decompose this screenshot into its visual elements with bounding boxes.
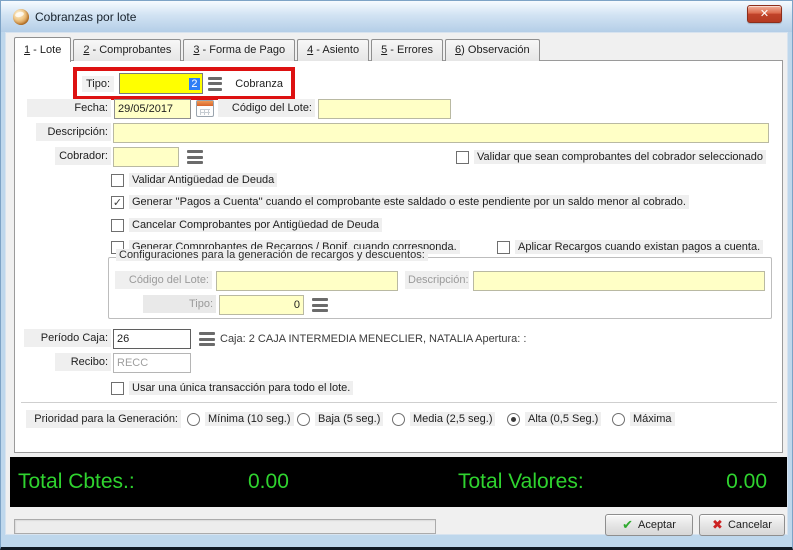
prioridad-maxima-radio[interactable]: Máxima	[612, 410, 675, 428]
gb-tipo-label: Tipo:	[143, 295, 216, 313]
checkbox-icon	[111, 382, 124, 395]
app-icon	[13, 9, 29, 25]
gb-codigo-lote-label: Código del Lote:	[115, 271, 212, 289]
tipo-value: 2	[189, 78, 199, 90]
dialog-client-area: 1 - Lote 2 - Comprobantes 3 - Forma de P…	[5, 32, 788, 535]
codigo-lote-input[interactable]	[318, 99, 451, 119]
aceptar-button[interactable]: ✔ Aceptar	[605, 514, 693, 536]
tab-errores[interactable]: 5 - Errores	[371, 39, 443, 61]
cobrador-input[interactable]	[113, 147, 179, 167]
validar-cobrador-checkbox[interactable]: Validar que sean comprobantes del cobrad…	[456, 148, 766, 166]
periodo-caja-label: Período Caja:	[24, 329, 111, 347]
validar-antiguedad-checkbox[interactable]: Validar Antigüedad de Deuda	[111, 171, 277, 189]
gb-codigo-lote-input[interactable]	[216, 271, 398, 291]
tab-lote[interactable]: 1 - Lote	[14, 37, 71, 62]
recargos-groupbox: Configuraciones para la generación de re…	[108, 257, 772, 319]
separator	[21, 402, 777, 404]
tab-asiento[interactable]: 4 - Asiento	[297, 39, 369, 61]
unica-transaccion-checkbox[interactable]: Usar una única transacción para todo el …	[111, 379, 353, 397]
gb-tipo-input[interactable]	[219, 295, 304, 315]
radio-icon	[392, 413, 405, 426]
radio-icon	[187, 413, 200, 426]
codigo-lote-label: Código del Lote:	[218, 99, 315, 117]
window-title: Cobranzas por lote	[35, 10, 136, 24]
tipo-highlight-annotation: Tipo: 2 Cobranza	[73, 67, 295, 100]
title-bar[interactable]: Cobranzas por lote ✕	[1, 1, 792, 32]
recibo-input[interactable]	[113, 353, 191, 373]
totals-bar: Total Cbtes.: 0.00 Total Valores: 0.00	[10, 457, 787, 507]
gb-descripcion-label: Descripción:	[405, 271, 469, 289]
tab-observacion[interactable]: 6) Observación	[445, 39, 540, 61]
periodo-caja-input[interactable]	[113, 329, 191, 349]
checkbox-icon	[111, 174, 124, 187]
prioridad-media-radio[interactable]: Media (2,5 seg.)	[392, 410, 495, 428]
descripcion-input[interactable]	[113, 123, 769, 143]
cancel-x-icon: ✖	[712, 517, 723, 533]
cobrador-label: Cobrador:	[55, 147, 111, 165]
dialog-window: Cobranzas por lote ✕ 1 - Lote 2 - Compro…	[0, 0, 793, 550]
tipo-lookup-menu-icon[interactable]	[208, 77, 223, 91]
tipo-name: Cobranza	[227, 76, 291, 92]
tab-forma-de-pago[interactable]: 3 - Forma de Pago	[183, 39, 295, 61]
checkbox-icon	[111, 219, 124, 232]
tab-bar: 1 - Lote 2 - Comprobantes 3 - Forma de P…	[14, 37, 542, 61]
recibo-label: Recibo:	[55, 353, 111, 371]
cobrador-lookup-menu-icon[interactable]	[187, 150, 203, 164]
fecha-input[interactable]	[114, 99, 191, 119]
tab-comprobantes[interactable]: 2 - Comprobantes	[73, 39, 181, 61]
tipo-label: Tipo:	[82, 76, 114, 92]
caja-info-text: Caja: 2 CAJA INTERMEDIA MENECLIER, NATAL…	[220, 330, 526, 348]
checkbox-icon	[456, 151, 469, 164]
checkbox-icon	[497, 241, 510, 254]
cancelar-comprobantes-checkbox[interactable]: Cancelar Comprobantes por Antigüedad de …	[111, 216, 382, 234]
aplicar-recargos-checkbox[interactable]: Aplicar Recargos cuando existan pagos a …	[497, 238, 763, 256]
accept-check-icon: ✔	[622, 517, 633, 533]
radio-icon	[612, 413, 625, 426]
periodo-caja-lookup-menu-icon[interactable]	[199, 332, 215, 346]
radio-selected-icon	[507, 413, 520, 426]
calendar-icon[interactable]	[196, 100, 214, 117]
gb-descripcion-input[interactable]	[473, 271, 765, 291]
radio-icon	[297, 413, 310, 426]
cancelar-button[interactable]: ✖ Cancelar	[699, 514, 785, 536]
descripcion-label: Descripción:	[36, 123, 111, 141]
total-valores-label: Total Valores:	[458, 470, 584, 494]
tab-page-lote: Tipo: 2 Cobranza Fecha: Código del Lote:…	[14, 60, 783, 453]
total-cbtes-label: Total Cbtes.:	[18, 470, 135, 494]
generar-pagos-checkbox[interactable]: ✓ Generar ''Pagos a Cuenta'' cuando el c…	[111, 193, 689, 211]
gb-tipo-lookup-menu-icon[interactable]	[312, 298, 328, 312]
prioridad-label: Prioridad para la Generación:	[26, 410, 181, 428]
recargos-groupbox-title: Configuraciones para la generación de re…	[116, 249, 428, 261]
tipo-input[interactable]: 2	[119, 73, 202, 94]
prioridad-baja-radio[interactable]: Baja (5 seg.)	[297, 410, 383, 428]
prioridad-minima-radio[interactable]: Mínima (10 seg.)	[187, 410, 294, 428]
total-cbtes-value: 0.00	[248, 470, 289, 494]
checkbox-checked-icon: ✓	[111, 196, 124, 209]
close-button[interactable]: ✕	[747, 5, 782, 23]
prioridad-alta-radio[interactable]: Alta (0,5 Seg.)	[507, 410, 601, 428]
fecha-label: Fecha:	[27, 99, 111, 117]
progress-bar	[14, 519, 436, 534]
total-valores-value: 0.00	[726, 470, 767, 494]
